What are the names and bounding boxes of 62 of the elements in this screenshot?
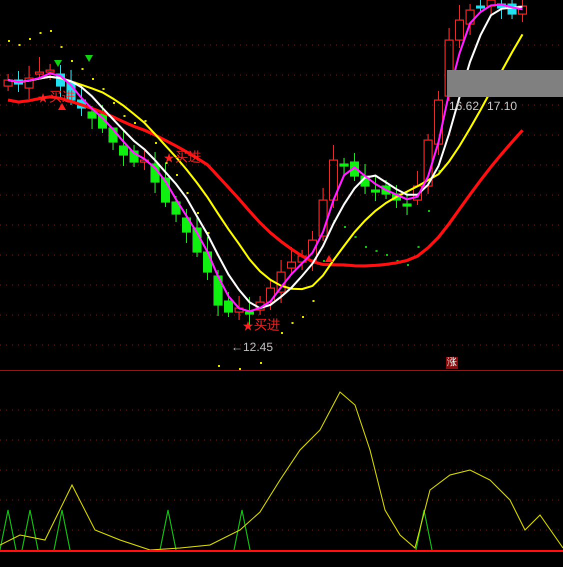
candle (214, 270, 222, 316)
candle (130, 144, 138, 168)
candle (476, 0, 485, 12)
candle (46, 64, 54, 80)
candle (203, 236, 212, 280)
star-icon (243, 321, 253, 331)
candle (119, 130, 128, 166)
up-triangle-icon (325, 255, 333, 262)
candle (486, 0, 496, 14)
star-icon (38, 93, 48, 103)
indicator-spike (416, 510, 432, 550)
limit-up-badge: 涨 (446, 357, 458, 369)
candle (466, 4, 474, 36)
candle (140, 150, 149, 170)
candle (256, 296, 264, 316)
candle (150, 152, 160, 194)
indicator-spike (0, 510, 16, 550)
candle (497, 0, 506, 20)
candle (518, 0, 527, 22)
candle (266, 278, 275, 310)
down-triangle-icon (85, 55, 93, 62)
candle (287, 246, 296, 274)
candle (276, 260, 286, 304)
indicator-spike (234, 510, 250, 550)
candle (172, 196, 180, 222)
candle (508, 0, 516, 20)
candle (455, 4, 464, 48)
candle (350, 152, 359, 182)
candle (371, 174, 380, 202)
candle (192, 216, 202, 258)
candle (413, 170, 422, 206)
candle (161, 162, 170, 208)
candle (329, 144, 338, 208)
candle (35, 56, 44, 80)
buy-signal-label: 买进 (254, 318, 280, 331)
candle (382, 180, 390, 200)
indicator-spike (160, 510, 176, 550)
candle (88, 106, 96, 130)
candle (360, 164, 370, 194)
candle (108, 128, 118, 150)
candle (224, 292, 233, 318)
candle (245, 296, 254, 326)
candle (308, 230, 317, 272)
indicator-spike (22, 510, 38, 550)
candle (424, 134, 432, 194)
candle (402, 192, 412, 216)
candle (434, 90, 443, 156)
star-icon (164, 153, 174, 163)
down-triangle-icon (54, 60, 62, 67)
low-price-label: ←12.45 (231, 341, 274, 353)
candle (14, 70, 23, 92)
candle (98, 104, 107, 134)
candle (318, 188, 328, 242)
candle (234, 296, 244, 320)
up-triangle-icon (58, 103, 66, 110)
candle (298, 250, 306, 270)
candle (24, 66, 34, 100)
candle (182, 208, 191, 244)
price-value: 17.10 (487, 100, 518, 112)
candle (4, 74, 12, 92)
indicator-spike (54, 510, 70, 550)
candle (392, 184, 401, 208)
